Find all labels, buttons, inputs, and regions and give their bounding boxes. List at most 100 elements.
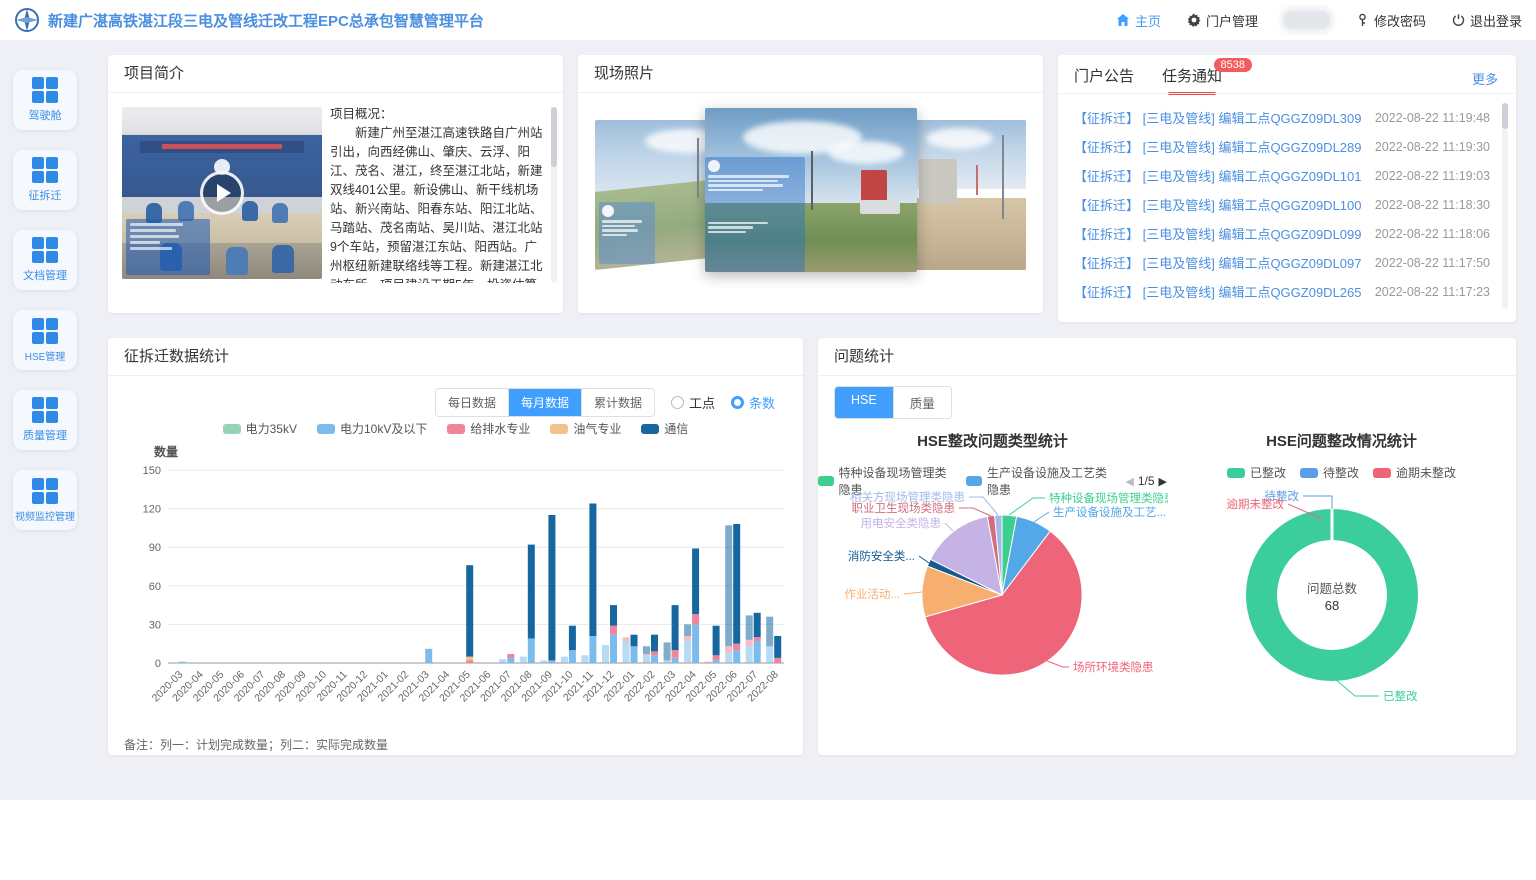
sidebar-item-5[interactable]: 视频监控管理: [13, 470, 77, 530]
bar-legend-item[interactable]: 电力35kV: [223, 420, 297, 437]
radio-count[interactable]: 条数: [731, 393, 775, 412]
sidebar-item-label: 驾驶舱: [29, 107, 62, 123]
user-name-redacted[interactable]: [1284, 11, 1330, 29]
brand: 新建广湛高铁湛江段三电及管线迁改工程EPC总承包智慧管理平台: [14, 7, 484, 33]
chart-footnote: 备注：列一：计划完成数量；列二：实际完成数量: [124, 736, 388, 753]
notification-link[interactable]: 【征拆迁】 [三电及管线] 编辑工点QGGZ09DL309: [1074, 108, 1362, 127]
sidebar-item-3[interactable]: HSE管理: [13, 310, 77, 370]
tab-hse[interactable]: HSE: [835, 387, 893, 418]
notification-time: 2022-08-22 11:17:23: [1375, 285, 1490, 299]
project-overview-text: 项目概况： 新建广州至湛江高速铁路自广州站引出，向西经佛山、肇庆、云浮、阳江、茂…: [330, 105, 544, 283]
notification-time: 2022-08-22 11:18:06: [1375, 227, 1490, 241]
svg-text:90: 90: [149, 542, 161, 554]
nav-logout[interactable]: 退出登录: [1452, 11, 1522, 30]
donut-legend-item[interactable]: 逾期未整改: [1373, 464, 1456, 481]
bar-legend-item[interactable]: 油气专业: [550, 420, 621, 437]
sidebar-item-0[interactable]: 驾驶舱: [13, 70, 77, 130]
svg-text:作业活动...: 作业活动...: [844, 587, 900, 601]
sidebar-item-1[interactable]: 征拆迁: [13, 150, 77, 210]
button-daily-data[interactable]: 每日数据: [436, 389, 508, 416]
project-intro-card: 项目简介 项目概况： 新建广州至湛江高速铁路自广州站引出，向西经佛山、肇庆、云浮…: [108, 55, 563, 313]
tab-task-notifications[interactable]: 任务通知 8538: [1162, 65, 1222, 95]
dashboard-page: 新建广湛高铁湛江段三电及管线迁改工程EPC总承包智慧管理平台 主页 门户管理 修…: [0, 0, 1536, 880]
sidebar-item-label: HSE管理: [25, 348, 66, 363]
nav-portal-management[interactable]: 门户管理: [1187, 11, 1258, 30]
svg-text:150: 150: [143, 465, 161, 477]
pie-chart-title: HSE整改问题类型统计: [818, 430, 1167, 451]
notification-row[interactable]: 【征拆迁】 [三电及管线] 编辑工点QGGZ09DL265 2022-08-22 …: [1074, 277, 1490, 306]
nav-home[interactable]: 主页: [1116, 11, 1161, 30]
bar-legend-item[interactable]: 通信: [641, 420, 688, 437]
notices-card: 门户公告 任务通知 8538 更多 【征拆迁】 [三电及管线] 编辑工点QGGZ…: [1058, 55, 1516, 322]
nav-logout-label: 退出登录: [1470, 11, 1522, 30]
svg-text:用电安全类隐患: 用电安全类隐患: [861, 516, 942, 530]
svg-text:消防安全类...: 消防安全类...: [848, 549, 915, 563]
tab-task-notifications-label: 任务通知: [1162, 68, 1222, 85]
notification-row[interactable]: 【征拆迁】 [三电及管线] 编辑工点QGGZ09DL2892022-08-22 …: [1074, 132, 1490, 161]
nav-change-password-label: 修改密码: [1374, 11, 1426, 30]
grid-icon: [32, 77, 58, 103]
notification-row[interactable]: 【征拆迁】 [三电及管线] 编辑工点QGGZ09DL0972022-08-22 …: [1074, 248, 1490, 277]
notification-link[interactable]: 【征拆迁】 [三电及管线] 编辑工点QGGZ09DL099: [1074, 224, 1362, 243]
svg-text:30: 30: [149, 619, 161, 631]
notices-scrollbar[interactable]: [1502, 103, 1508, 309]
demolition-stats-card: 征拆迁数据统计 每日数据 每月数据 累计数据 工点 条数 电力35kV 电力10k…: [108, 338, 803, 755]
nav-portal-label: 门户管理: [1206, 11, 1258, 30]
app-logo-icon: [14, 7, 40, 33]
notification-row[interactable]: 【征拆迁】 [三电及管线] 编辑工点QGGZ09DL3092022-08-22 …: [1074, 103, 1490, 132]
notification-row[interactable]: 【征拆迁】 [三电及管线] 编辑工点QGGZ09DL101 2022-08-22 …: [1074, 161, 1490, 190]
button-monthly-data[interactable]: 每月数据: [508, 389, 581, 416]
notice-tabs: 门户公告 任务通知 8538: [1074, 65, 1222, 95]
svg-text:职业卫生现场类隐患: 职业卫生现场类隐患: [852, 501, 956, 515]
bar-chart-legend: 电力35kV 电力10kV及以下 给排水专业 油气专业 通信: [108, 420, 803, 437]
notification-row[interactable]: 【征拆迁】 [三电及管线] 编辑工点QGGZ09DL099 2022-08-22 …: [1074, 219, 1490, 248]
issue-stats-title: 问题统计: [818, 338, 1516, 376]
intro-paragraph: 新建广州至湛江高速铁路自广州站引出，向西经佛山、肇庆、云浮、阳江、茂名、湛江，终…: [330, 124, 544, 283]
button-cumulative-data[interactable]: 累计数据: [581, 389, 654, 416]
nav-change-password[interactable]: 修改密码: [1356, 11, 1426, 30]
bar-legend-item[interactable]: 电力10kV及以下: [317, 420, 427, 437]
nav-home-label: 主页: [1135, 11, 1161, 30]
site-photo-right[interactable]: [915, 120, 1026, 270]
site-photo-center[interactable]: [705, 108, 917, 272]
hse-issue-type-pie-chart: 相关方现场管理类隐患职业卫生现场类隐患用电安全类隐患消防安全类... 作业活动..…: [823, 483, 1168, 751]
issue-stats-card: 问题统计 HSE 质量 HSE整改问题类型统计 HSE问题整改情况统计 特种设备…: [818, 338, 1516, 755]
notification-link[interactable]: 【征拆迁】 [三电及管线] 编辑工点QGGZ09DL097: [1074, 253, 1362, 272]
grid-icon: [32, 478, 58, 504]
radio-worksites[interactable]: 工点: [671, 393, 715, 412]
demolition-bar-chart: 0306090120150数量2020-032020-042020-052020…: [116, 438, 791, 730]
grid-icon: [32, 237, 58, 263]
notification-time: 2022-08-22 11:19:03: [1375, 169, 1490, 183]
sidebar-item-4[interactable]: 质量管理: [13, 390, 77, 450]
grid-icon: [32, 157, 58, 183]
hse-rectification-donut-chart: 待整改逾期未整改已整改问题总数68: [1170, 483, 1515, 751]
tab-portal-announcements[interactable]: 门户公告: [1074, 65, 1134, 95]
donut-legend-item[interactable]: 已整改: [1227, 464, 1286, 481]
play-button-icon[interactable]: [200, 171, 244, 215]
notification-row[interactable]: 【征拆迁】 [三电及管线] 编辑工点QGGZ09DL1002022-08-22 …: [1074, 190, 1490, 219]
notification-link[interactable]: 【征拆迁】 [三电及管线] 编辑工点QGGZ09DL265: [1074, 282, 1362, 301]
bar-legend-item[interactable]: 给排水专业: [447, 420, 530, 437]
tab-quality[interactable]: 质量: [893, 387, 951, 418]
app-header: 新建广湛高铁湛江段三电及管线迁改工程EPC总承包智慧管理平台 主页 门户管理 修…: [0, 0, 1536, 40]
svg-text:数量: 数量: [154, 444, 178, 459]
svg-text:120: 120: [143, 504, 161, 516]
svg-text:逾期未整改: 逾期未整改: [1227, 497, 1285, 511]
project-intro-title: 项目简介: [108, 55, 563, 93]
site-photos-title: 现场照片: [578, 55, 1043, 93]
notification-link[interactable]: 【征拆迁】 [三电及管线] 编辑工点QGGZ09DL100: [1074, 195, 1362, 214]
unit-radio-group: 工点 条数: [671, 393, 775, 412]
donut-chart-title: HSE问题整改情况统计: [1167, 430, 1516, 451]
notification-link[interactable]: 【征拆迁】 [三电及管线] 编辑工点QGGZ09DL101: [1074, 166, 1362, 185]
svg-text:相关方现场管理类隐患: 相关方现场管理类隐患: [850, 490, 965, 504]
intro-video-thumbnail[interactable]: [122, 107, 322, 279]
radio-count-label: 条数: [749, 393, 775, 412]
intro-scrollbar[interactable]: [551, 107, 557, 283]
video-caption-overlay: [126, 219, 210, 275]
svg-text:已整改: 已整改: [1383, 689, 1418, 703]
more-link[interactable]: 更多: [1472, 69, 1498, 88]
donut-legend-item[interactable]: 待整改: [1300, 464, 1359, 481]
demolition-stats-title: 征拆迁数据统计: [108, 338, 803, 376]
sidebar-item-2[interactable]: 文档管理: [13, 230, 77, 290]
notification-link[interactable]: 【征拆迁】 [三电及管线] 编辑工点QGGZ09DL289: [1074, 137, 1362, 156]
